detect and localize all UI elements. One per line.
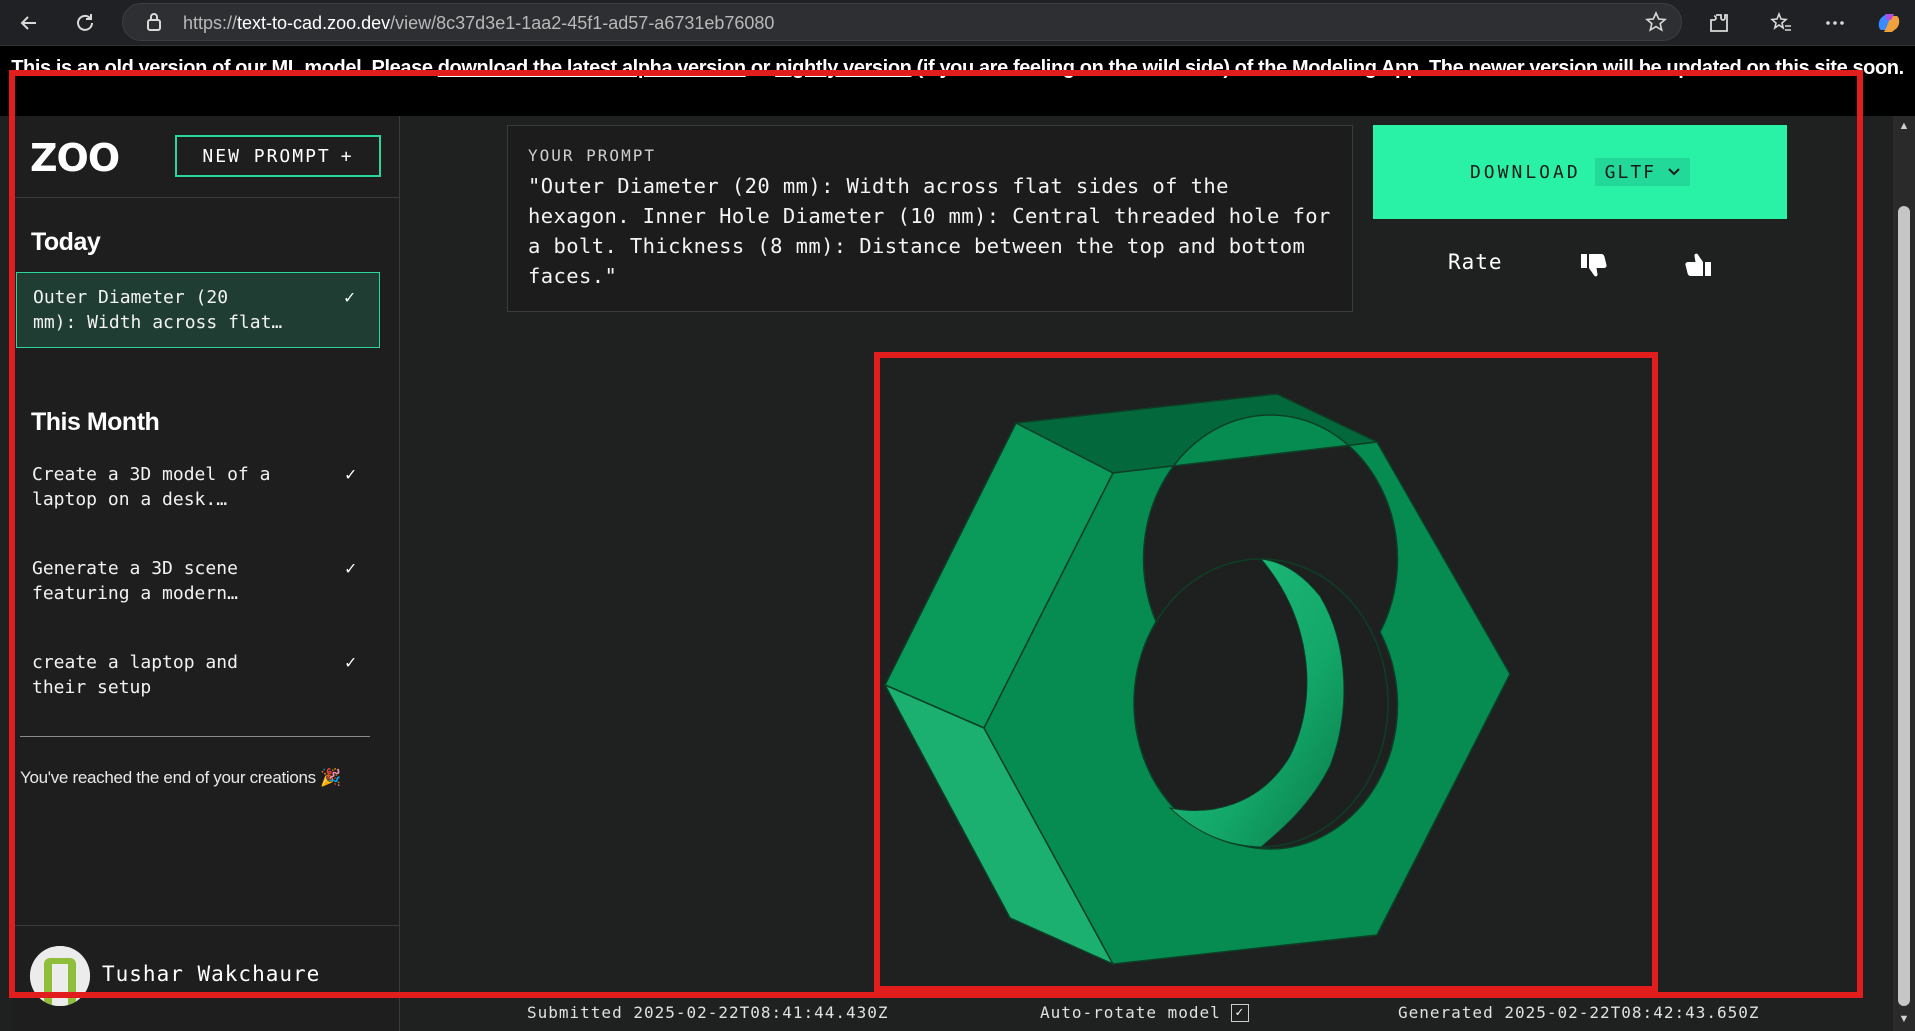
plus-icon: + [340,145,354,167]
history-item[interactable]: Create a 3D model of a laptop on a desk.… [16,450,380,526]
autorotate-toggle[interactable]: Auto-rotate model ✓ [1040,1003,1249,1022]
chevron-down-icon [1668,168,1680,176]
submitted-timestamp: Submitted 2025-02-22T08:41:44.430Z [527,1003,889,1022]
hex-nut-model [883,393,1511,966]
address-bar[interactable]: https://text-to-cad.zoo.dev/view/8c37d3e… [122,3,1682,41]
end-of-creations-note: You've reached the end of your creations… [20,768,342,787]
history-item-label: Generate a 3D scene [32,558,238,579]
new-prompt-label: NEW PROMPT [202,145,331,167]
deprecation-banner: This is an old version of our ML model. … [0,46,1915,116]
prompt-label: YOUR PROMPT [528,146,656,165]
section-title-today: Today [31,228,101,256]
history-item-label: featuring a modern… [32,583,238,604]
back-icon[interactable] [12,6,46,40]
history-item-label: create a laptop and [32,652,238,673]
copilot-icon[interactable] [1872,6,1906,40]
banner-alpha-link[interactable]: download the latest alpha version [438,57,746,79]
autorotate-checkbox[interactable]: ✓ [1230,1003,1249,1022]
thumbs-down-icon[interactable] [1577,248,1611,282]
history-item-label: their setup [32,677,152,698]
avatar[interactable] [30,946,90,1006]
new-prompt-button[interactable]: NEW PROMPT + [175,135,381,177]
thumbs-up-icon[interactable] [1681,248,1715,282]
extensions-icon[interactable] [1702,6,1736,40]
scroll-up-icon[interactable]: ▲ [1897,120,1911,134]
download-button[interactable]: DOWNLOAD GLTF [1373,125,1787,219]
url-host: text-to-cad.zoo.dev [237,13,391,33]
reload-icon[interactable] [68,6,102,40]
lock-icon [145,12,163,37]
history-item-label: laptop on a desk.… [32,489,228,510]
generated-timestamp: Generated 2025-02-22T08:42:43.650Z [1398,1003,1760,1022]
banner-nightly-link[interactable]: nightly version [775,57,912,79]
sidebar: ZOO NEW PROMPT + Today Outer Diameter (2… [12,116,400,1031]
check-icon: ✓ [345,652,356,673]
section-title-this-month: This Month [31,408,160,436]
more-menu-icon[interactable] [1818,6,1852,40]
format-value: GLTF [1604,161,1657,183]
autorotate-label: Auto-rotate model [1040,1003,1221,1022]
banner-text: (if you are feeling on the wild side) of… [911,57,1905,79]
sidebar-header: ZOO NEW PROMPT + [12,116,399,198]
history-item-active[interactable]: Outer Diameter (20 mm): Width across fla… [16,272,380,348]
check-icon: ✓ [345,558,356,579]
history-item-label: mm): Width across flat… [33,312,283,333]
prompt-card: YOUR PROMPT "Outer Diameter (20 mm): Wid… [507,125,1353,312]
check-icon: ✓ [345,464,356,485]
history-item-label: Outer Diameter (20 [33,287,229,308]
sidebar-divider [20,736,370,737]
zoo-logo[interactable]: ZOO [30,136,120,180]
model-viewer[interactable] [880,356,1652,986]
scroll-down-icon[interactable]: ▼ [1897,1013,1911,1027]
download-label: DOWNLOAD [1469,161,1581,183]
rate-label: Rate [1448,250,1503,274]
history-item-label: Create a 3D model of a [32,464,271,485]
user-name: Tushar Wakchaure [102,962,321,986]
scroll-thumb[interactable] [1898,206,1910,1006]
banner-text: or [745,57,776,79]
format-select[interactable]: GLTF [1594,158,1691,186]
favorites-icon[interactable] [1764,6,1798,40]
page-scrollbar[interactable]: ▲ ▼ [1893,116,1915,1031]
history-item[interactable]: create a laptop and their setup ✓ [16,638,380,714]
url-prefix: https:// [183,13,238,33]
star-icon[interactable] [1645,11,1667,38]
user-profile[interactable]: Tushar Wakchaure [12,925,399,1031]
history-item[interactable]: Generate a 3D scene featuring a modern… … [16,544,380,620]
url-path: /view/8c37d3e1-1aa2-45f1-ad57-a6731eb760… [390,13,775,33]
browser-toolbar: https://text-to-cad.zoo.dev/view/8c37d3e… [0,0,1915,46]
url-text: https://text-to-cad.zoo.dev/view/8c37d3e… [183,13,774,34]
banner-text: This is an old version of our ML model. … [11,57,438,79]
footer-bar: Submitted 2025-02-22T08:41:44.430Z Auto-… [507,994,1787,1031]
prompt-text: "Outer Diameter (20 mm): Width across fl… [528,174,1331,288]
check-icon: ✓ [344,287,355,308]
